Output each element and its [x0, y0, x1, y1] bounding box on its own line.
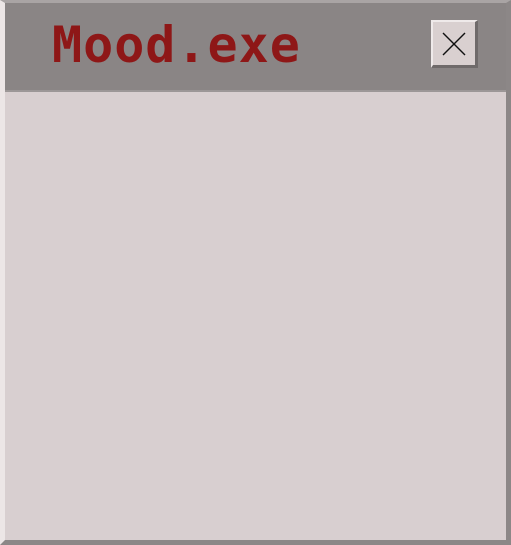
app-window: Mood.exe: [0, 0, 511, 545]
window-content: [5, 92, 506, 540]
close-icon: [441, 31, 467, 57]
title-bar[interactable]: Mood.exe: [5, 3, 506, 92]
window-title: Mood.exe: [52, 16, 301, 74]
close-button[interactable]: [431, 20, 478, 68]
